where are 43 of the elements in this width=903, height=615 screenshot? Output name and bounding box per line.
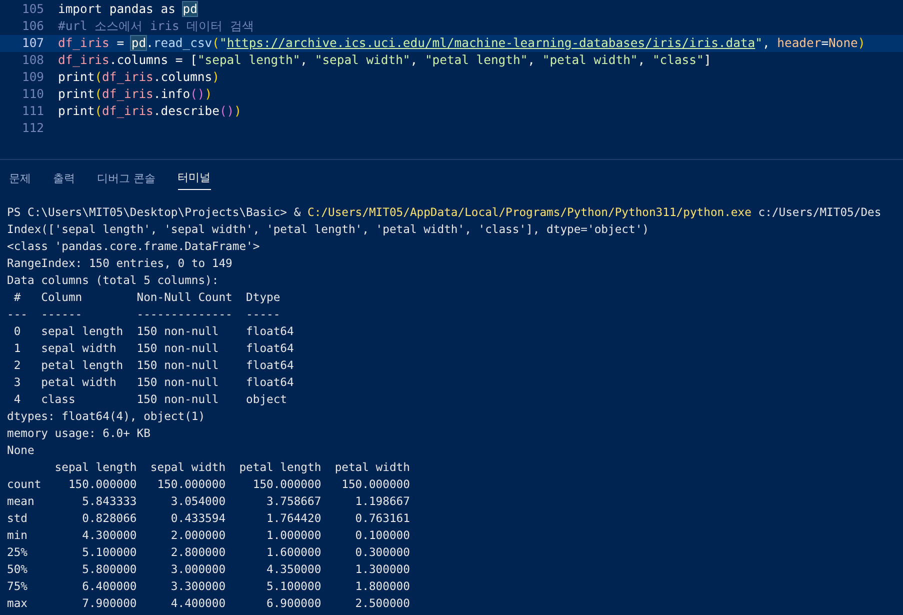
line-number: 106 xyxy=(20,18,45,35)
terminal-output-line: 2 petal length 150 non-null float64 xyxy=(12,357,294,374)
line-number: 107 xyxy=(20,35,45,52)
code-line: df_iris = pd.read_csv("https://archive.ics.uci.edu/ml/machine-learning-databases/iris/iris.data", header=None) xyxy=(58,35,866,52)
code-line: df_iris.columns = ["sepal length", "sepal width", "petal length", "petal width", "class"] xyxy=(58,52,712,69)
line-number: 110 xyxy=(20,86,45,103)
panel-tab[interactable]: 출력 xyxy=(53,170,75,190)
terminal-output-line: Data columns (total 5 columns): xyxy=(7,272,219,289)
terminal-output-line: <class 'pandas.core.frame.DataFrame'> xyxy=(7,238,260,255)
terminal-output-line: memory usage: 6.0+ KB xyxy=(7,425,150,442)
line-number: 105 xyxy=(20,1,45,18)
line-number: 109 xyxy=(20,69,45,86)
terminal-output-line: # Column Non-Null Count Dtype xyxy=(12,289,282,306)
code-line: import pandas as pd xyxy=(58,1,198,18)
terminal-output-line: 1 sepal width 150 non-null float64 xyxy=(12,340,294,357)
terminal-output-line: 25% 5.100000 2.800000 1.600000 0.300000 xyxy=(7,544,410,561)
terminal-output-line: 75% 6.400000 3.300000 5.100000 1.800000 xyxy=(7,578,410,595)
terminal-output-line: 50% 5.800000 3.000000 4.350000 1.300000 xyxy=(7,561,410,578)
terminal-output-line: sepal length sepal width petal length petal width xyxy=(54,459,410,476)
line-number: 112 xyxy=(20,120,45,137)
code-line: print(df_iris.columns) xyxy=(58,69,220,86)
terminal-output-line: dtypes: float64(4), object(1) xyxy=(7,408,206,425)
terminal-output-line: std 0.828066 0.433594 1.764420 0.763161 xyxy=(7,510,410,527)
terminal-output-line: 3 petal width 150 non-null float64 xyxy=(12,374,294,391)
terminal-output-line: max 7.900000 4.400000 6.900000 2.500000 xyxy=(7,595,410,612)
panel-tab[interactable]: 디버그 콘솔 xyxy=(97,170,156,190)
code-line: print(df_iris.describe()) xyxy=(58,103,242,120)
terminal-output-line: mean 5.843333 3.054000 3.758667 1.198667 xyxy=(7,493,410,510)
terminal-output-line: Index(['sepal length', 'sepal width', 'petal length', 'petal width', 'class'], dtype='object') xyxy=(7,221,649,238)
terminal-output-line: RangeIndex: 150 entries, 0 to 149 xyxy=(7,255,232,272)
terminal-output-line: 0 sepal length 150 non-null float64 xyxy=(12,323,294,340)
terminal-command-line: PS C:\Users\MIT05\Desktop\Projects\Basic> & C:/Users/MIT05/AppData/Local/Programs/Python/Python311/python.exe c:/Users/MIT05/Des xyxy=(7,204,882,221)
panel-tab[interactable]: 문제 xyxy=(9,170,31,190)
terminal-output-line: count 150.000000 150.000000 150.000000 150.000000 xyxy=(7,476,410,493)
terminal-output-line: None xyxy=(7,442,34,459)
line-number: 108 xyxy=(20,52,45,69)
terminal-output-line: 4 class 150 non-null object xyxy=(12,391,288,408)
code-line: print(df_iris.info()) xyxy=(58,86,212,103)
terminal-output-line: --- ------ -------------- ----- xyxy=(7,306,282,323)
line-number: 111 xyxy=(20,103,45,120)
code-line: #url 소스에서 iris 데이터 검색 xyxy=(58,18,254,35)
panel-tab[interactable]: 터미널 xyxy=(178,170,210,190)
terminal-output-line: min 4.300000 2.000000 1.000000 0.100000 xyxy=(7,527,410,544)
